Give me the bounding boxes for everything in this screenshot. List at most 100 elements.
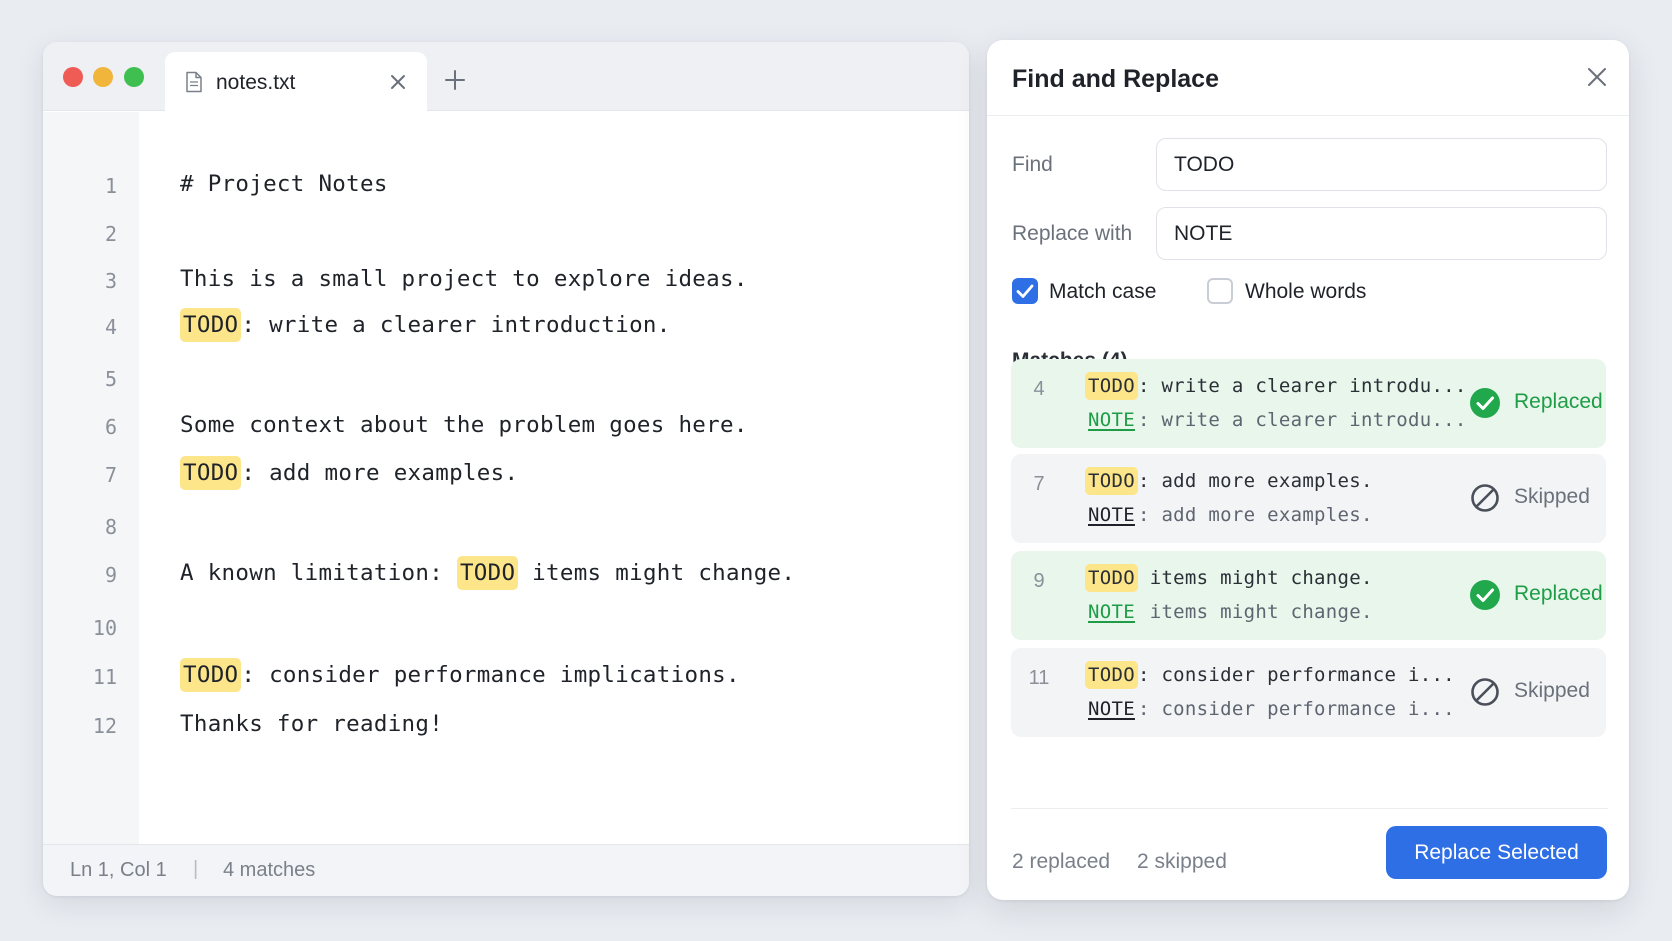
match-line-number: 7: [1033, 473, 1045, 495]
match-original-rest: : consider performance i...: [1137, 664, 1455, 686]
line-number: 9: [104, 563, 117, 587]
code-text: Some context about the problem goes here…: [180, 412, 748, 438]
code-line[interactable]: Some context about the problem goes here…: [180, 412, 748, 438]
whole-words-label[interactable]: Whole words: [1245, 280, 1366, 304]
replacement-token: NOTE: [1088, 601, 1135, 623]
prohibited-icon: [1471, 678, 1499, 706]
match-count: 4 matches: [223, 859, 316, 881]
skipped-count: 2 skipped: [1137, 850, 1227, 873]
check-circle-icon: [1470, 580, 1500, 610]
code-line[interactable]: TODO: consider performance implications.: [180, 658, 740, 692]
match-original-rest: : add more examples.: [1137, 470, 1373, 492]
code-line[interactable]: A known limitation: TODO items might cha…: [180, 556, 796, 590]
replacement-token: NOTE: [1088, 504, 1135, 526]
match-token-highlight: TODO: [1085, 372, 1138, 400]
close-icon[interactable]: [1586, 66, 1608, 88]
line-number: 1: [104, 174, 117, 198]
match-replacement-rest: items might change.: [1137, 601, 1373, 623]
match-highlight: TODO: [456, 556, 519, 590]
match-item[interactable]: 9 TODO items might change. NOTE items migh…: [1011, 551, 1606, 640]
line-number: 5: [104, 367, 117, 391]
match-original-text: TODO items might change.: [1085, 564, 1373, 592]
match-item[interactable]: 7 TODO: add more examples. NOTE: add more …: [1011, 454, 1606, 543]
line-number: 6: [104, 415, 117, 439]
match-case-label[interactable]: Match case: [1049, 280, 1156, 304]
replace-label: Replace with: [1012, 222, 1133, 245]
footer-divider: [1011, 808, 1608, 809]
code-text: A known limitation:: [180, 560, 457, 586]
line-number: 10: [92, 616, 117, 640]
status-separator: |: [193, 858, 199, 880]
match-line-number: 11: [1028, 667, 1050, 689]
tab-label: notes.txt: [216, 71, 296, 94]
match-highlight: TODO: [180, 456, 242, 490]
close-window-button[interactable]: [63, 67, 83, 87]
line-number: 7: [104, 463, 117, 487]
code-text: items might change.: [518, 560, 796, 586]
match-status: Replaced: [1514, 390, 1603, 413]
match-item[interactable]: 11 TODO: consider performance i... NOTE: c…: [1011, 648, 1606, 737]
minimize-window-button[interactable]: [93, 67, 113, 87]
find-input[interactable]: TODO: [1156, 138, 1607, 191]
match-line-number: 9: [1033, 570, 1045, 592]
line-number: 8: [104, 515, 117, 539]
replacement-token: NOTE: [1088, 409, 1135, 431]
panel-title: Find and Replace: [1012, 65, 1219, 93]
match-highlight: TODO: [180, 308, 242, 342]
match-original-text: TODO: add more examples.: [1085, 467, 1373, 495]
line-number: 11: [92, 665, 117, 689]
match-item[interactable]: 4 TODO: write a clearer introdu... NOTE: w…: [1011, 359, 1606, 448]
match-replacement-rest: : add more examples.: [1137, 504, 1373, 526]
match-original-text: TODO: consider performance i...: [1085, 661, 1455, 689]
match-status: Replaced: [1514, 582, 1603, 605]
code-text: : add more examples.: [241, 460, 519, 486]
replacement-token: NOTE: [1088, 698, 1135, 720]
match-replacement-rest: : write a clearer introdu...: [1137, 409, 1467, 431]
check-circle-icon: [1470, 388, 1500, 418]
match-status: Skipped: [1514, 485, 1590, 508]
panel-header: Find and Replace: [987, 40, 1629, 116]
code-line[interactable]: This is a small project to explore ideas…: [180, 266, 748, 292]
whole-words-checkbox[interactable]: [1207, 278, 1233, 304]
editor-window: notes.txt 1 2 3 4 5 6 7 8 9 10 11 12 # Project Note…: [43, 42, 969, 896]
code-text: : write a clearer introduction.: [241, 312, 671, 338]
checkmark-icon: [1016, 284, 1034, 298]
code-text: # Project Notes: [180, 171, 388, 197]
match-replacement-rest: : consider performance i...: [1137, 698, 1455, 720]
replace-selected-button[interactable]: Replace Selected: [1386, 826, 1607, 879]
line-number-gutter: 1 2 3 4 5 6 7 8 9 10 11 12: [43, 112, 139, 844]
match-original-text: TODO: write a clearer introdu...: [1085, 372, 1467, 400]
match-replacement-text: NOTE: add more examples.: [1085, 504, 1373, 526]
code-line[interactable]: TODO: write a clearer introduction.: [180, 308, 671, 342]
match-token-highlight: TODO: [1085, 467, 1138, 495]
match-token-highlight: TODO: [1085, 661, 1138, 689]
line-number: 12: [92, 714, 117, 738]
match-case-checkbox[interactable]: [1012, 278, 1038, 304]
code-text: This is a small project to explore ideas…: [180, 266, 748, 292]
code-text: : consider performance implications.: [241, 662, 740, 688]
line-number: 3: [104, 269, 117, 293]
replaced-count: 2 replaced: [1012, 850, 1111, 873]
find-label: Find: [1012, 153, 1053, 176]
line-number: 4: [104, 315, 117, 339]
maximize-window-button[interactable]: [124, 67, 144, 87]
code-line[interactable]: TODO: add more examples.: [180, 456, 519, 490]
code-text: Thanks for reading!: [180, 711, 444, 737]
code-line[interactable]: Thanks for reading!: [180, 711, 443, 737]
editor-titlebar: notes.txt: [43, 42, 969, 112]
match-original-rest: items might change.: [1137, 567, 1373, 589]
match-replacement-text: NOTE: consider performance i...: [1085, 698, 1455, 720]
file-icon: [186, 71, 202, 93]
code-line[interactable]: # Project Notes: [180, 171, 388, 197]
plus-icon[interactable]: [444, 69, 466, 91]
match-token-highlight: TODO: [1085, 564, 1138, 592]
status-bar: Ln 1, Col 1 | 4 matches: [43, 844, 969, 896]
match-status: Skipped: [1514, 679, 1590, 702]
match-line-number: 4: [1033, 378, 1045, 400]
find-replace-panel: Find and Replace Find TODO Replace with …: [987, 40, 1629, 900]
replace-input[interactable]: NOTE: [1156, 207, 1607, 260]
match-replacement-text: NOTE: write a clearer introdu...: [1085, 409, 1467, 431]
match-replacement-text: NOTE items might change.: [1085, 601, 1373, 623]
close-icon[interactable]: [388, 72, 408, 92]
tab-notes[interactable]: notes.txt: [165, 52, 427, 112]
